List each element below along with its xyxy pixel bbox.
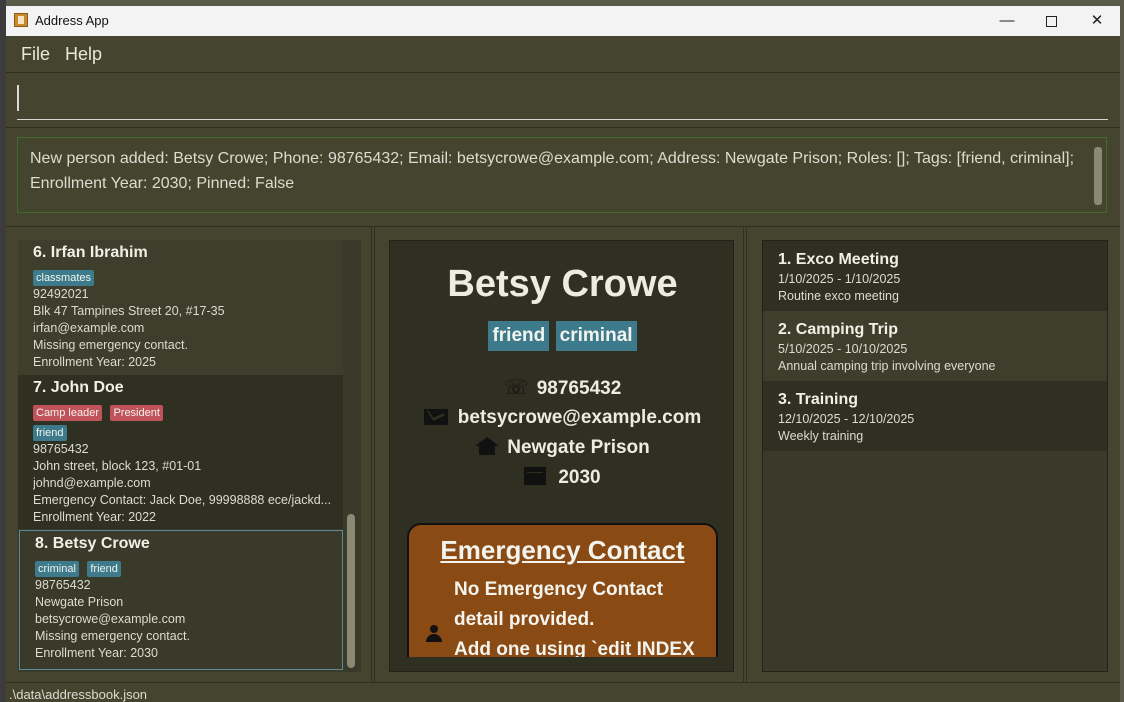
home-icon — [475, 437, 500, 455]
role-row: Camp leader President — [33, 403, 343, 421]
person-year: Enrollment Year: 2025 — [33, 355, 157, 369]
detail-name: Betsy Crowe — [447, 263, 678, 305]
person-icon — [426, 625, 442, 643]
event-title: 3. Training — [778, 391, 859, 408]
emergency-line: detail provided. — [454, 609, 595, 630]
menu-help[interactable]: Help — [65, 44, 102, 65]
event-card[interactable]: 1. Exco Meeting 1/10/2025 - 1/10/2025 Ro… — [763, 241, 1107, 311]
close-button[interactable]: ✕ — [1074, 6, 1120, 36]
status-file-path: .\data\addressbook.json — [9, 687, 148, 702]
command-area — [6, 72, 1120, 127]
split-divider[interactable] — [371, 227, 375, 683]
detail-tag: friend — [488, 321, 550, 351]
person-card[interactable]: 7. John Doe Camp leader President friend… — [18, 375, 343, 529]
list-scrollbar[interactable] — [343, 240, 361, 672]
person-name: 6. Irfan Ibrahim — [33, 244, 148, 261]
tag-row: classmates — [33, 268, 343, 286]
person-year: Enrollment Year: 2022 — [33, 510, 157, 524]
person-email: irfan@example.com — [33, 321, 145, 335]
event-list: 1. Exco Meeting 1/10/2025 - 1/10/2025 Ro… — [762, 240, 1108, 672]
role-tag: Camp leader — [33, 405, 102, 421]
person-list: 6. Irfan Ibrahim classmates 92492021 Blk… — [18, 240, 361, 672]
person-address: John street, block 123, #01-01 — [33, 459, 202, 473]
person-card[interactable]: 6. Irfan Ibrahim classmates 92492021 Blk… — [18, 240, 343, 375]
person-phone: 98765432 — [33, 442, 89, 456]
event-dates: 1/10/2025 - 1/10/2025 — [778, 272, 901, 286]
event-dates: 5/10/2025 - 10/10/2025 — [778, 342, 908, 356]
maximize-button[interactable] — [1028, 6, 1074, 36]
person-name: 7. John Doe — [33, 379, 124, 396]
command-input[interactable] — [17, 79, 1108, 120]
detail-year-row: 2030 — [390, 463, 733, 493]
detail-phone-row: ☏ 98765432 — [390, 373, 733, 403]
status-bar: .\data\addressbook.json — [6, 682, 1120, 702]
detail-clip — [390, 657, 733, 671]
event-description: Weekly training — [778, 429, 864, 443]
detail-tags: friend criminal — [390, 321, 733, 351]
person-phone: 98765432 — [35, 578, 91, 592]
detail-tag: criminal — [555, 321, 637, 351]
phone-icon: ☏ — [503, 377, 529, 399]
event-description: Routine exco meeting — [778, 289, 899, 303]
menu-bar: File Help — [6, 36, 1120, 72]
tag-row: criminal friend — [35, 559, 342, 577]
person-address: Blk 47 Tampines Street 20, #17-35 — [33, 304, 225, 318]
emergency-contact-box: Emergency Contact No Emergency Contact d… — [407, 523, 718, 671]
tag: criminal — [35, 561, 79, 577]
title-bar: Address App — ✕ — [6, 6, 1120, 36]
email-icon — [423, 409, 448, 425]
tag: classmates — [33, 270, 95, 286]
result-display: New person added: Betsy Crowe; Phone: 98… — [17, 137, 1107, 213]
event-card[interactable]: 3. Training 12/10/2025 - 12/10/2025 Week… — [763, 381, 1107, 451]
result-scrollbar[interactable] — [1094, 147, 1102, 205]
app-window: Address App — ✕ File Help New person add… — [6, 6, 1120, 702]
detail-address-row: Newgate Prison — [390, 433, 733, 463]
tag: friend — [33, 425, 67, 441]
event-description: Annual camping trip involving everyone — [778, 359, 996, 373]
result-area: New person added: Betsy Crowe; Phone: 98… — [6, 127, 1120, 226]
person-detail-panel: Betsy Crowe friend criminal ☏ 98765432 be… — [389, 240, 734, 672]
person-address: Newgate Prison — [35, 595, 124, 609]
event-card[interactable]: 2. Camping Trip 5/10/2025 - 10/10/2025 A… — [763, 311, 1107, 381]
event-title: 1. Exco Meeting — [778, 251, 899, 268]
person-phone: 92492021 — [33, 287, 89, 301]
person-emergency: Missing emergency contact. — [35, 629, 190, 643]
detail-email: betsycrowe@example.com — [457, 407, 702, 428]
calendar-icon — [524, 467, 547, 485]
emergency-message: No Emergency Contact detail provided. Ad… — [454, 575, 709, 665]
emergency-title: Emergency Contact — [440, 535, 685, 565]
result-message: New person added: Betsy Crowe; Phone: 98… — [30, 150, 1075, 192]
event-dates: 12/10/2025 - 12/10/2025 — [778, 412, 915, 426]
main-content: 6. Irfan Ibrahim classmates 92492021 Blk… — [6, 226, 1120, 683]
person-email: betsycrowe@example.com — [35, 612, 186, 626]
person-card-selected[interactable]: 8. Betsy Crowe criminal friend 98765432 … — [19, 530, 343, 670]
list-scroll-thumb[interactable] — [347, 514, 355, 668]
event-title: 2. Camping Trip — [778, 321, 899, 338]
detail-address: Newgate Prison — [507, 437, 650, 458]
detail-phone: 98765432 — [536, 378, 622, 399]
menu-file[interactable]: File — [21, 44, 50, 65]
tag-row: friend — [33, 423, 343, 441]
person-email: johnd@example.com — [33, 476, 151, 490]
role-tag: President — [110, 405, 163, 421]
person-emergency: Emergency Contact: Jack Doe, 99998888 ec… — [33, 493, 332, 507]
detail-year: 2030 — [558, 467, 601, 488]
person-name: 8. Betsy Crowe — [35, 535, 150, 552]
minimize-button[interactable]: — — [984, 6, 1030, 36]
person-year: Enrollment Year: 2030 — [35, 646, 159, 660]
tag: friend — [87, 561, 121, 577]
maximize-icon — [1045, 16, 1057, 27]
emergency-line: No Emergency Contact — [454, 579, 664, 600]
split-divider[interactable] — [743, 227, 747, 683]
window-title: Address App — [35, 13, 109, 28]
app-icon — [14, 13, 28, 27]
text-caret — [17, 85, 19, 111]
detail-email-row: betsycrowe@example.com — [390, 403, 733, 433]
person-emergency: Missing emergency contact. — [33, 338, 188, 352]
